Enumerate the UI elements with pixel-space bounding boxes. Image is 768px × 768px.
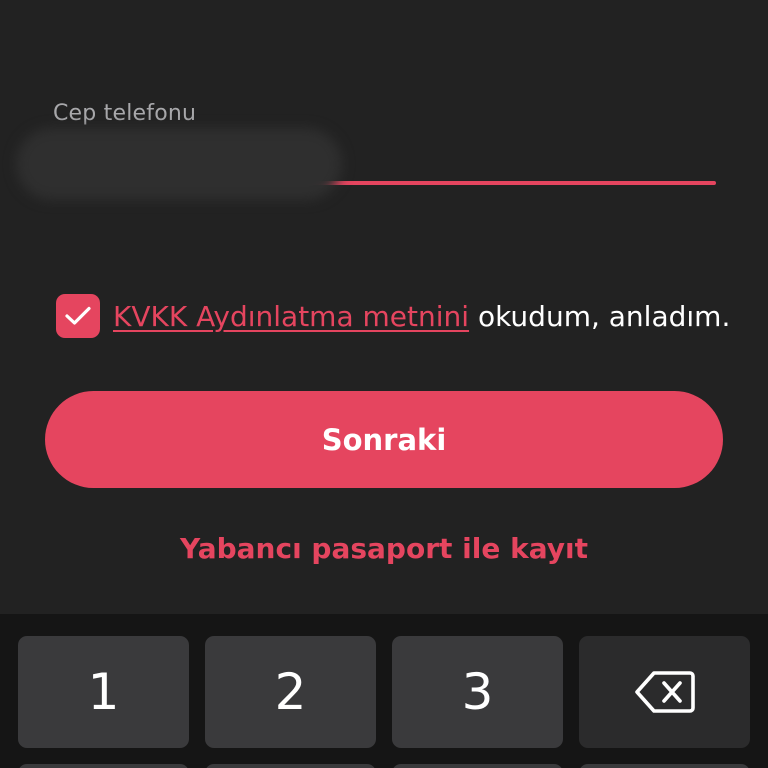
- backspace-key[interactable]: [579, 636, 750, 748]
- consent-suffix: okudum, anladım.: [469, 300, 731, 333]
- key-row2-partial[interactable]: [205, 764, 376, 768]
- key-row2-partial[interactable]: [392, 764, 563, 768]
- registration-screen: Cep telefonu KVKK Aydınlatma metnini oku…: [0, 0, 768, 768]
- redacted-phone-number: [16, 128, 342, 200]
- kvkk-link[interactable]: KVKK Aydınlatma metnini: [113, 300, 469, 333]
- phone-label: Cep telefonu: [53, 101, 197, 126]
- foreign-passport-link[interactable]: Yabancı pasaport ile kayıt: [0, 532, 768, 565]
- key-3[interactable]: 3: [392, 636, 563, 748]
- cropped-text-fragment: [100, 0, 112, 4]
- key-row2-partial[interactable]: [579, 764, 750, 768]
- key-1[interactable]: 1: [18, 636, 189, 748]
- key-2[interactable]: 2: [205, 636, 376, 748]
- next-button[interactable]: Sonraki: [45, 391, 723, 488]
- checkmark-icon: [65, 306, 91, 325]
- numeric-keypad: 1 2 3: [0, 614, 768, 768]
- kvkk-consent-checkbox[interactable]: [56, 294, 100, 338]
- backspace-icon: [634, 671, 695, 713]
- consent-text: KVKK Aydınlatma metnini okudum, anladım.: [113, 296, 733, 338]
- key-row2-partial[interactable]: [18, 764, 189, 768]
